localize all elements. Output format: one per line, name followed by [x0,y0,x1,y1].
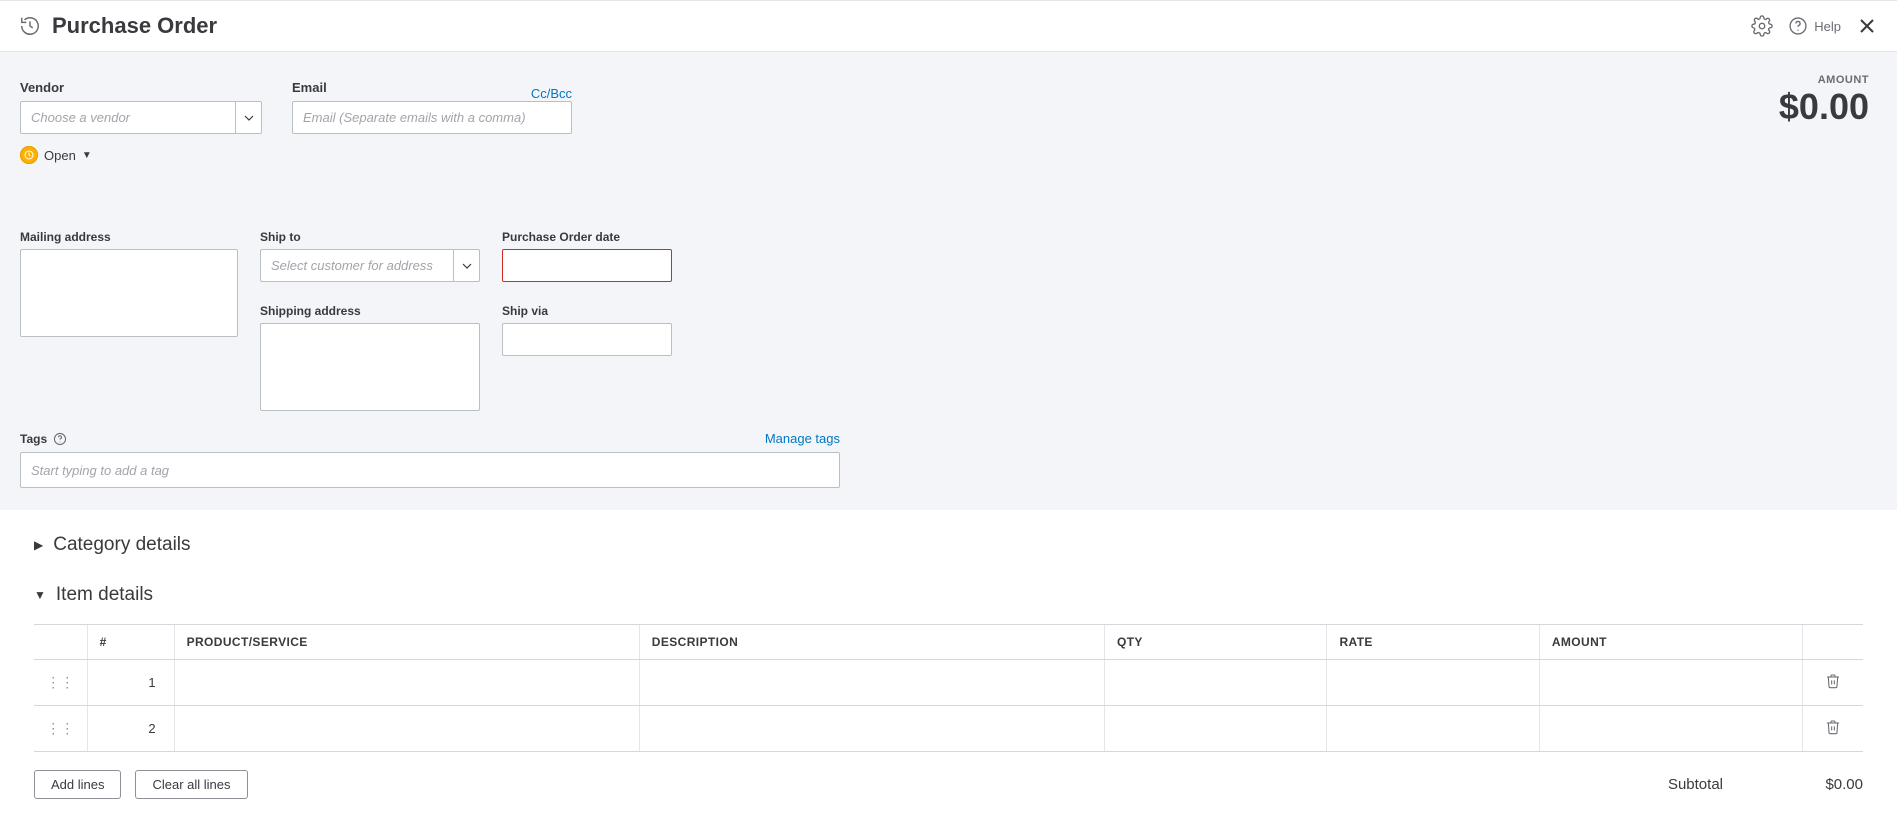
shipto-dropdown[interactable]: Select customer for address [260,249,480,282]
po-date-label: Purchase Order date [502,230,672,244]
table-row[interactable]: ⋮⋮ 2 [34,706,1863,752]
category-details-toggle[interactable]: ▶ Category details [34,534,1863,556]
col-num: # [87,625,174,660]
category-details-title: Category details [53,534,190,556]
col-product: PRODUCT/SERVICE [174,625,639,660]
trash-icon[interactable] [1825,723,1841,738]
ccbcc-link[interactable]: Cc/Bcc [531,86,572,101]
col-rate: RATE [1327,625,1539,660]
item-details-table: # PRODUCT/SERVICE DESCRIPTION QTY RATE A… [34,624,1863,752]
col-drag [34,625,87,660]
trash-icon[interactable] [1825,677,1841,692]
page-title: Purchase Order [52,13,217,39]
drag-handle-icon[interactable]: ⋮⋮ [46,720,74,736]
row-amount[interactable] [1539,660,1802,706]
row-rate[interactable] [1327,660,1539,706]
amount-display: AMOUNT $0.00 [1779,74,1869,128]
amount-label: AMOUNT [1779,74,1869,86]
subtotal-label: Subtotal [1668,776,1723,793]
row-amount[interactable] [1539,706,1802,752]
ship-via-input[interactable] [502,323,672,356]
history-icon[interactable] [18,14,42,38]
item-details-title: Item details [56,584,153,606]
mailing-address-label: Mailing address [20,230,238,244]
subtotal-value: $0.00 [1783,776,1863,793]
help-icon[interactable] [52,431,67,446]
add-lines-button[interactable]: Add lines [34,770,121,799]
email-input[interactable] [292,101,572,134]
item-details-toggle[interactable]: ▼ Item details [34,584,1863,606]
ship-via-label: Ship via [502,304,672,318]
row-rate[interactable] [1327,706,1539,752]
manage-tags-link[interactable]: Manage tags [765,431,840,446]
row-description[interactable] [639,706,1104,752]
caret-right-icon: ▶ [34,538,43,552]
col-delete [1802,625,1863,660]
vendor-dropdown[interactable]: Choose a vendor [20,101,262,134]
status-text: Open [44,148,76,163]
tags-label: Tags [20,432,47,446]
col-amount: AMOUNT [1539,625,1802,660]
drag-handle-icon[interactable]: ⋮⋮ [46,674,74,690]
chevron-down-icon [235,102,261,133]
row-qty[interactable] [1104,660,1326,706]
row-number: 1 [87,660,174,706]
gear-icon[interactable] [1750,14,1774,38]
amount-value: $0.00 [1779,86,1869,128]
help-button[interactable]: Help [1788,16,1841,36]
shipto-label: Ship to [260,230,480,244]
help-label: Help [1814,19,1841,34]
row-description[interactable] [639,660,1104,706]
shipping-address-label: Shipping address [260,304,480,318]
col-description: DESCRIPTION [639,625,1104,660]
row-number: 2 [87,706,174,752]
tags-input[interactable] [20,452,840,488]
header-bar: Purchase Order Help [0,0,1897,52]
mailing-address-input[interactable] [20,249,238,337]
chevron-down-icon: ▼ [82,150,92,161]
row-qty[interactable] [1104,706,1326,752]
chevron-down-icon [453,250,479,281]
po-date-input[interactable] [502,249,672,282]
email-label: Email [292,80,327,95]
vendor-label: Vendor [20,80,262,95]
col-qty: QTY [1104,625,1326,660]
shipto-placeholder: Select customer for address [261,258,453,273]
shipping-address-input[interactable] [260,323,480,411]
clear-all-lines-button[interactable]: Clear all lines [135,770,247,799]
row-product[interactable] [174,706,639,752]
close-icon[interactable] [1855,14,1879,38]
status-open-icon [20,146,38,164]
row-product[interactable] [174,660,639,706]
table-row[interactable]: ⋮⋮ 1 [34,660,1863,706]
status-dropdown[interactable]: Open ▼ [20,146,262,164]
vendor-placeholder: Choose a vendor [21,110,235,125]
caret-down-icon: ▼ [34,588,46,602]
